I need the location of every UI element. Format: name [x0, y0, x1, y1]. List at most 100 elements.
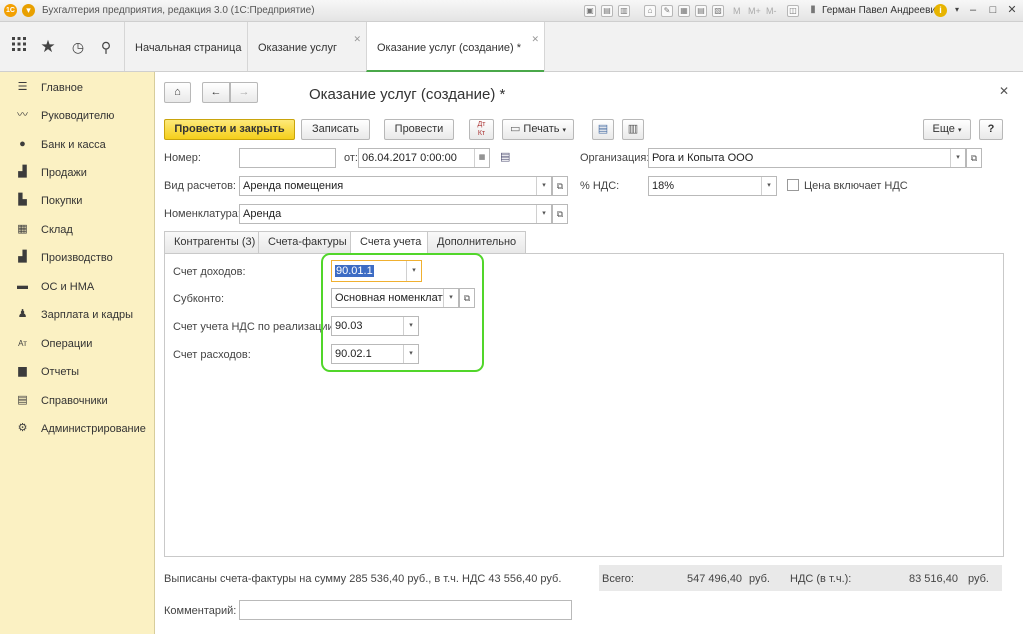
apps-grid-icon[interactable]: [8, 36, 30, 58]
sidebar-item-sales[interactable]: ▟ Продажи: [0, 159, 154, 187]
open-organization-button[interactable]: ⧉: [966, 148, 982, 168]
close-tab-icon[interactable]: ✕: [531, 34, 539, 45]
post-and-close-button[interactable]: Провести и закрыть: [164, 119, 295, 140]
home-icon[interactable]: ⌂: [644, 5, 656, 17]
chevron-down-icon[interactable]: ▾: [950, 3, 964, 18]
document-button[interactable]: ▤: [592, 119, 614, 140]
print-icon[interactable]: ▤: [601, 5, 613, 17]
truck-icon: ▬: [17, 280, 28, 292]
vat-total-currency: руб.: [968, 573, 989, 585]
save-button[interactable]: Записать: [301, 119, 370, 140]
home-button[interactable]: ⌂: [164, 82, 191, 103]
print-button[interactable]: ▭ Печать ▾: [502, 119, 574, 140]
sidebar-item-reports[interactable]: ▆ Отчеты: [0, 358, 154, 386]
sidebar-item-payroll[interactable]: ♟ Зарплата и кадры: [0, 301, 154, 329]
trend-icon: 〰: [17, 109, 28, 121]
tab-invoices[interactable]: Счета-фактуры: [258, 231, 357, 253]
calc-type-field[interactable]: Аренда помещения ▾: [239, 176, 552, 196]
search-icon[interactable]: ⚲: [95, 36, 117, 58]
calendar-icon[interactable]: ▦: [474, 149, 489, 167]
tab-label: Начальная страница: [135, 42, 242, 54]
comment-field[interactable]: [239, 600, 572, 620]
tab-home-page[interactable]: Начальная страница: [124, 22, 247, 71]
chevron-down-icon[interactable]: ▾: [536, 177, 551, 195]
totals-panel: Всего: 547 496,40 руб. НДС (в т.ч.): 83 …: [599, 565, 1002, 591]
number-field[interactable]: [239, 148, 336, 168]
sidebar-item-operations[interactable]: Ат Операции: [0, 330, 154, 358]
document-icon: ▤: [597, 123, 609, 135]
sidebar-item-production[interactable]: ▟ Производство: [0, 244, 154, 272]
notes-icon[interactable]: ✎: [661, 5, 673, 17]
sidebar-item-label: Продажи: [41, 167, 87, 179]
favorites-star-icon[interactable]: ★: [37, 36, 59, 58]
chevron-down-icon[interactable]: ▾: [950, 149, 965, 167]
sidebar-item-fixed-assets[interactable]: ▬ ОС и НМА: [0, 273, 154, 301]
history-icon[interactable]: ▧: [712, 5, 724, 17]
sidebar-item-label: Банк и касса: [41, 139, 106, 151]
chevron-down-icon: ▾: [957, 127, 962, 134]
info-icon[interactable]: i: [934, 4, 947, 17]
calculator-icon[interactable]: ▦: [678, 5, 690, 17]
close-window-button[interactable]: ✕: [1005, 3, 1019, 18]
history-clock-icon[interactable]: ◷: [67, 36, 89, 58]
maximize-button[interactable]: □: [986, 3, 1000, 18]
preview-icon[interactable]: ▥: [618, 5, 630, 17]
vat-rate-field[interactable]: 18% ▾: [648, 176, 777, 196]
calendar-icon[interactable]: ▤: [695, 5, 707, 17]
sidebar-item-director[interactable]: 〰 Руководителю: [0, 102, 154, 130]
number-label: Номер:: [164, 152, 201, 164]
tab-services-create[interactable]: Оказание услуг (создание) * ✕: [366, 22, 544, 72]
sidebar-item-admin[interactable]: ⚙ Администрирование: [0, 415, 154, 443]
dt-kt-button[interactable]: Дт Кт: [469, 119, 494, 140]
open-nomenclature-button[interactable]: ⧉: [552, 204, 568, 224]
close-form-icon[interactable]: ✕: [999, 84, 1009, 98]
list-button[interactable]: ▥: [622, 119, 644, 140]
forward-button[interactable]: →: [230, 82, 258, 103]
total-value: 547 496,40: [687, 573, 743, 585]
back-button[interactable]: ←: [202, 82, 230, 103]
main-menu-icon[interactable]: ▾: [22, 4, 35, 17]
date-field[interactable]: 06.04.2017 0:00:00 ▦: [358, 148, 490, 168]
nomenclature-label: Номенклатура:: [164, 208, 241, 220]
page-title: Оказание услуг (создание) *: [309, 86, 506, 103]
chevron-down-icon[interactable]: ▾: [761, 177, 776, 195]
panel-layout-icon[interactable]: ◫: [787, 5, 799, 17]
grid-icon: ▦: [17, 223, 28, 235]
highlight-frame: [321, 253, 484, 372]
date-history-icon[interactable]: ▤: [500, 150, 510, 163]
tab-counterparties[interactable]: Контрагенты (3): [164, 231, 266, 253]
save-icon[interactable]: ▣: [584, 5, 596, 17]
dtkt-icon: Дт Кт: [477, 121, 486, 137]
arrow-right-icon: →: [238, 86, 250, 98]
nomenclature-value: Аренда: [243, 208, 282, 220]
sidebar-item-label: Главное: [41, 82, 84, 94]
sidebar-item-warehouse[interactable]: ▦ Склад: [0, 216, 154, 244]
sidebar-item-label: Справочники: [41, 395, 108, 407]
chevron-down-icon[interactable]: ▾: [536, 205, 551, 223]
tab-additional[interactable]: Дополнительно: [427, 231, 527, 253]
organization-field[interactable]: Рога и Копыта ООО ▾: [648, 148, 966, 168]
comment-label: Комментарий:: [164, 605, 237, 617]
tab-services[interactable]: Оказание услуг ✕: [247, 22, 366, 71]
date-value: 06.04.2017 0:00:00: [362, 152, 457, 164]
organization-value: Рога и Копыта ООО: [652, 152, 754, 164]
help-button[interactable]: ?: [979, 119, 1003, 140]
sections-sidebar: ☰ Главное 〰 Руководителю ● Банк и касса …: [0, 72, 155, 634]
user-name[interactable]: Герман Павел Андреевич: [822, 5, 941, 16]
price-includes-vat-checkbox[interactable]: [787, 179, 799, 191]
sidebar-item-catalogs[interactable]: ▤ Справочники: [0, 387, 154, 415]
sidebar-item-bank[interactable]: ● Банк и касса: [0, 131, 154, 159]
sidebar-item-main[interactable]: ☰ Главное: [0, 74, 154, 102]
nomenclature-field[interactable]: Аренда ▾: [239, 204, 552, 224]
post-button[interactable]: Провести: [384, 119, 454, 140]
books-icon: ▤: [17, 394, 28, 406]
minimize-button[interactable]: –: [966, 3, 980, 18]
close-tab-icon[interactable]: ✕: [353, 34, 361, 45]
home-icon: ⌂: [174, 86, 181, 98]
open-calc-type-button[interactable]: ⧉: [552, 176, 568, 196]
printer-icon: ▭: [509, 123, 521, 135]
dtkt-icon: Ат: [18, 339, 27, 348]
tab-accounts[interactable]: Счета учета: [350, 231, 432, 254]
sidebar-item-purchases[interactable]: ▙ Покупки: [0, 187, 154, 215]
more-button[interactable]: Еще ▾: [923, 119, 971, 140]
